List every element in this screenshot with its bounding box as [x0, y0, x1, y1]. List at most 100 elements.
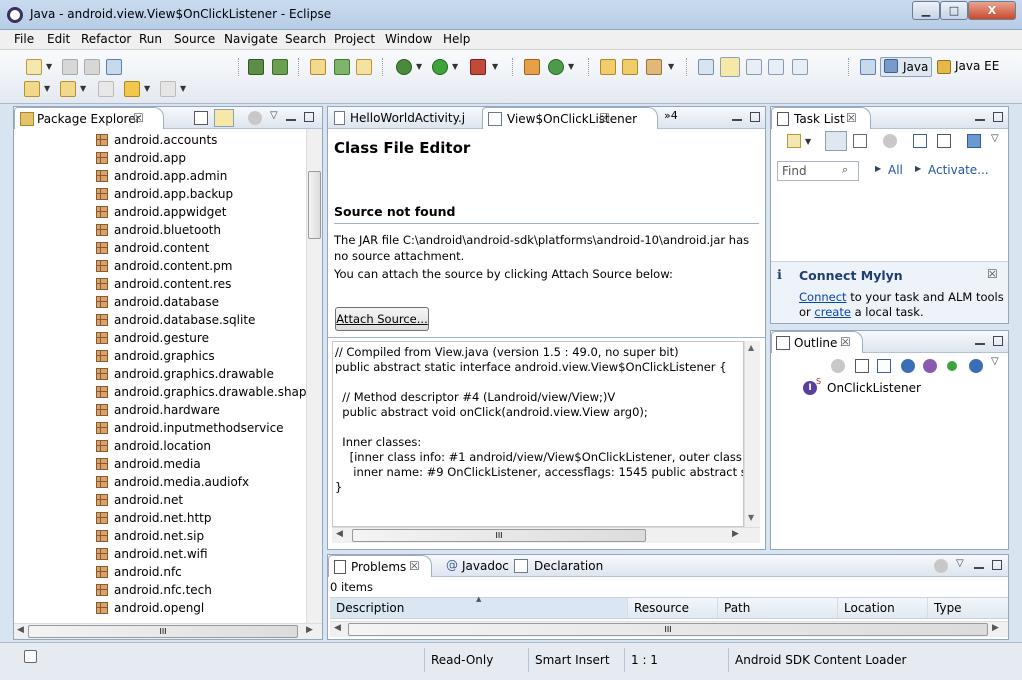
maximize-button[interactable]: □ — [940, 1, 968, 20]
disassembly-vscrollbar[interactable]: ▲ ▼ — [744, 341, 760, 527]
tab-javadoc[interactable]: @ Javadoc — [444, 555, 510, 577]
chevron-down-icon[interactable]: ▼ — [492, 62, 498, 71]
view-menu-icon[interactable]: ▽ — [270, 110, 278, 121]
view-menu-icon[interactable]: ▽ — [991, 356, 999, 367]
link-with-editor-icon[interactable] — [214, 109, 234, 127]
focus-icon[interactable] — [883, 134, 897, 148]
new-android-project-icon[interactable] — [310, 59, 326, 75]
package-explorer-hscrollbar[interactable]: ◀ III ▶ — [14, 623, 322, 639]
chevron-down-icon[interactable]: ▼ — [180, 84, 186, 93]
scroll-thumb[interactable] — [308, 171, 321, 239]
tab-task-list[interactable]: Task List ☒ — [771, 107, 871, 129]
categorized-icon[interactable] — [825, 131, 847, 151]
menu-run[interactable]: Run — [139, 32, 162, 46]
scroll-right-icon[interactable]: ▶ — [306, 625, 313, 635]
android-sdk-manager-icon[interactable] — [248, 59, 264, 75]
activate-link[interactable]: Activate... — [928, 163, 989, 177]
tab-package-explorer[interactable]: Package Explorer ☒ — [14, 107, 164, 129]
view-menu-icon[interactable]: ▽ — [991, 133, 999, 144]
new-java-class-icon[interactable] — [548, 59, 564, 75]
scroll-right-icon[interactable]: ▶ — [732, 529, 739, 539]
more-tabs-indicator[interactable]: »4 — [664, 109, 678, 122]
open-type-icon[interactable] — [600, 59, 616, 75]
chevron-down-icon[interactable]: ▼ — [668, 62, 674, 71]
scroll-left-icon[interactable]: ◀ — [17, 625, 24, 635]
tab-helloworldactivity[interactable]: HelloWorldActivity.j — [328, 107, 480, 129]
open-perspective-icon[interactable] — [860, 59, 876, 75]
chevron-down-icon[interactable]: ▼ — [416, 62, 422, 71]
minimize-view-icon[interactable] — [975, 343, 985, 345]
focus-icon[interactable] — [831, 359, 845, 373]
hide-completed-icon[interactable] — [913, 134, 927, 148]
minimize-view-icon[interactable] — [732, 119, 742, 121]
scroll-thumb[interactable]: III — [348, 623, 988, 636]
sort-icon[interactable] — [877, 359, 891, 373]
minimize-view-icon[interactable] — [286, 119, 296, 121]
task-find-input[interactable]: Find ⌕ — [777, 161, 859, 181]
back-arrow-icon[interactable] — [124, 81, 140, 97]
perspective-java-button[interactable]: Java — [880, 57, 932, 77]
collapse-all-icon[interactable] — [194, 111, 208, 125]
java-ee-perspective-icon[interactable] — [937, 60, 951, 74]
new-task-icon[interactable] — [787, 134, 801, 148]
column-path[interactable]: Path — [718, 598, 838, 618]
forward-arrow-icon[interactable] — [160, 81, 176, 97]
next-annotation-icon[interactable] — [24, 81, 40, 97]
scheduled-icon[interactable] — [853, 134, 867, 148]
minimize-view-icon[interactable] — [975, 119, 985, 121]
block-selection-icon[interactable] — [746, 59, 762, 75]
hide-local-types-icon[interactable] — [969, 359, 983, 373]
close-icon[interactable]: ☒ — [846, 111, 857, 125]
previous-annotation-icon[interactable] — [60, 81, 76, 97]
new-android-test-icon[interactable] — [334, 59, 350, 75]
collapse-all-icon[interactable] — [937, 134, 951, 148]
view-menu-icon[interactable]: ▽ — [956, 558, 964, 569]
maximize-view-icon[interactable] — [750, 112, 760, 122]
scroll-up-icon[interactable]: ▲ — [748, 343, 754, 352]
menu-navigate[interactable]: Navigate — [224, 32, 278, 46]
chevron-down-icon[interactable]: ▼ — [452, 62, 458, 71]
filters-icon[interactable] — [248, 111, 262, 125]
column-type[interactable]: Type — [928, 598, 1008, 618]
synchronize-icon[interactable] — [967, 134, 981, 148]
run-icon[interactable] — [432, 59, 448, 75]
android-avd-manager-icon[interactable] — [272, 59, 288, 75]
close-icon[interactable]: ☒ — [987, 267, 998, 281]
new-icon[interactable] — [26, 59, 42, 75]
new-java-package-icon[interactable] — [524, 59, 540, 75]
hide-non-public-icon[interactable] — [947, 361, 957, 371]
save-all-icon[interactable] — [84, 59, 100, 75]
close-button[interactable]: X — [968, 1, 1016, 20]
chevron-down-icon[interactable]: ▼ — [46, 62, 52, 71]
package-explorer-vscrollbar[interactable] — [306, 129, 322, 623]
menu-source[interactable]: Source — [174, 32, 215, 46]
new-android-xml-icon[interactable] — [356, 59, 372, 75]
scroll-down-icon[interactable]: ▼ — [748, 513, 754, 522]
maximize-view-icon[interactable] — [993, 336, 1003, 346]
minimize-button[interactable]: ▁ — [912, 1, 940, 20]
tab-declaration[interactable]: Declaration — [512, 555, 603, 577]
close-icon[interactable]: ☒ — [840, 335, 851, 349]
last-edit-icon[interactable] — [98, 81, 114, 97]
minimize-view-icon[interactable] — [974, 567, 984, 569]
show-whitespace-icon[interactable] — [768, 59, 784, 75]
hide-fields-icon[interactable] — [901, 359, 915, 373]
menu-refactor[interactable]: Refactor — [81, 32, 131, 46]
hide-static-icon[interactable] — [923, 359, 937, 373]
collapse-all-icon[interactable] — [855, 359, 869, 373]
perspective-java-ee-label[interactable]: Java EE — [955, 59, 999, 73]
create-link[interactable]: create — [814, 305, 851, 319]
scroll-left-icon[interactable]: ◀ — [336, 529, 343, 539]
save-icon[interactable] — [62, 59, 78, 75]
scroll-right-icon[interactable]: ▶ — [992, 623, 999, 633]
chevron-down-icon[interactable]: ▼ — [44, 84, 50, 93]
chevron-down-icon[interactable]: ▼ — [568, 62, 574, 71]
toggle-mark-occurrences-icon[interactable] — [698, 59, 714, 75]
chevron-down-icon[interactable]: ▼ — [144, 84, 150, 93]
debug-icon[interactable] — [396, 59, 412, 75]
column-resource[interactable]: Resource — [628, 598, 718, 618]
tab-outline[interactable]: Outline ☒ — [771, 331, 863, 353]
tab-view-onclicklistener[interactable]: View$OnClickListener ☒ — [482, 107, 658, 129]
toggle-breadcrumb-icon[interactable] — [720, 57, 740, 77]
column-location[interactable]: Location — [838, 598, 928, 618]
